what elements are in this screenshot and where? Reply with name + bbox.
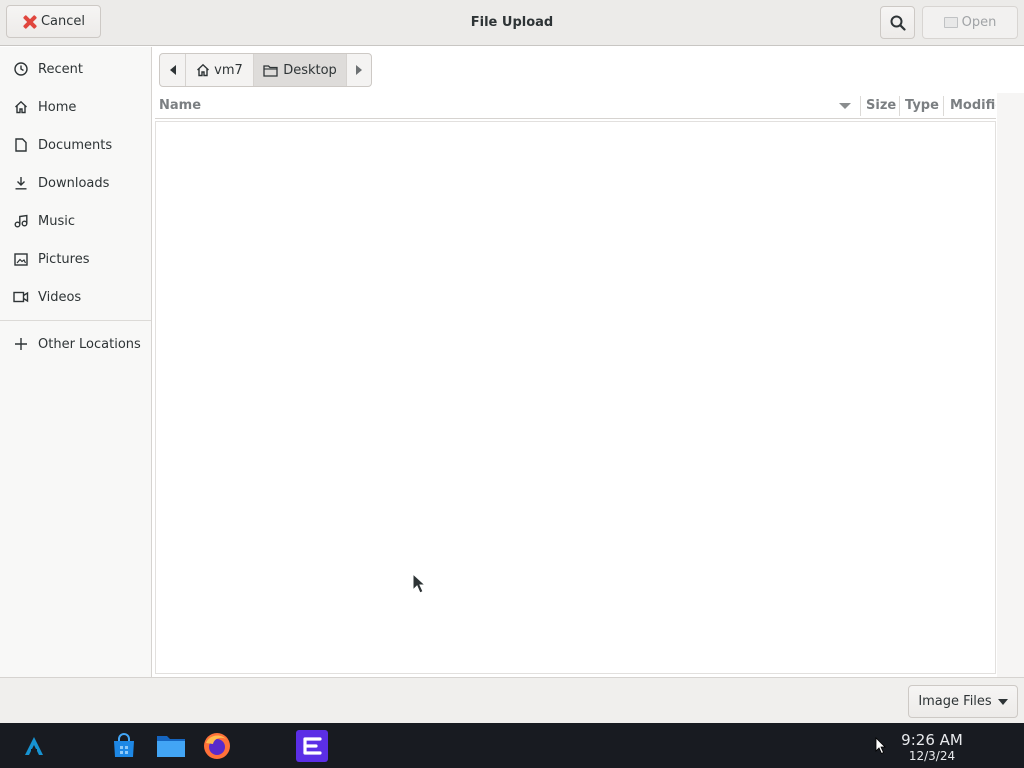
video-icon [13, 289, 29, 305]
path-segment-label: Desktop [283, 62, 337, 78]
column-size[interactable]: Size [866, 93, 896, 119]
clock-date[interactable]: 12/3/24 [880, 749, 984, 763]
column-divider [943, 96, 944, 116]
sidebar-item-label: Other Locations [38, 336, 141, 352]
sidebar-item-videos[interactable]: Videos [0, 278, 151, 316]
chevron-left-icon [169, 65, 176, 75]
firefox-icon[interactable] [202, 731, 232, 761]
sidebar-item-label: Home [38, 99, 77, 115]
close-icon [22, 14, 38, 30]
clock-icon [13, 61, 29, 77]
open-label: Open [961, 15, 997, 30]
search-button[interactable] [880, 6, 915, 39]
software-store-icon[interactable] [109, 731, 139, 761]
app-launcher-icon[interactable] [19, 731, 49, 761]
code-editor-icon[interactable] [296, 730, 328, 762]
sidebar-item-documents[interactable]: Documents [0, 126, 151, 164]
sidebar-item-label: Music [38, 213, 75, 229]
home-icon [197, 63, 210, 77]
column-divider [860, 96, 861, 116]
sidebar-item-label: Documents [38, 137, 113, 153]
sidebar-item-recent[interactable]: Recent [0, 50, 151, 88]
dialog-footer: Image Files [0, 677, 1024, 723]
music-icon [13, 213, 29, 229]
plus-icon [13, 336, 29, 352]
download-icon [13, 175, 29, 191]
chevron-down-icon [997, 698, 1008, 705]
mouse-pointer-icon [875, 737, 886, 755]
column-divider [899, 96, 900, 116]
column-type[interactable]: Type [905, 93, 939, 119]
file-list[interactable] [155, 121, 996, 674]
mouse-pointer-icon [412, 573, 426, 594]
chevron-right-icon [356, 65, 362, 75]
path-back-button[interactable] [160, 54, 186, 86]
document-icon [13, 137, 29, 153]
sidebar-item-music[interactable]: Music [0, 202, 151, 240]
cancel-button[interactable]: Cancel [6, 5, 101, 38]
path-segment-vm7[interactable]: vm7 [186, 54, 254, 86]
header-bar: Cancel File Upload Open [0, 0, 1024, 46]
taskbar [0, 723, 1024, 768]
column-name[interactable]: Name [159, 93, 201, 119]
dialog-title: File Upload [470, 15, 554, 30]
picture-icon [13, 251, 29, 267]
sidebar-item-downloads[interactable]: Downloads [0, 164, 151, 202]
home-icon [13, 99, 29, 115]
file-list-header: Name Size Type Modified [155, 93, 996, 119]
search-icon [890, 15, 906, 31]
sidebar-item-label: Videos [38, 289, 82, 305]
path-forward-button[interactable] [347, 54, 371, 86]
sidebar-item-label: Downloads [38, 175, 110, 191]
places-sidebar: Recent Home Documents Downloads Music Pi… [0, 47, 152, 677]
path-segment-desktop[interactable]: Desktop [254, 54, 347, 86]
sidebar-item-pictures[interactable]: Pictures [0, 240, 151, 278]
file-list-scroll-strip [997, 93, 1024, 677]
sidebar-item-label: Pictures [38, 251, 90, 267]
open-button[interactable]: Open [922, 6, 1018, 39]
path-segment-label: vm7 [214, 62, 243, 78]
file-type-filter-dropdown[interactable]: Image Files [908, 685, 1018, 718]
cancel-label: Cancel [40, 14, 86, 29]
folder-icon [263, 64, 278, 77]
sort-descending-icon [839, 103, 851, 109]
file-manager-icon[interactable] [156, 731, 186, 761]
sidebar-item-other-locations[interactable]: Other Locations [0, 325, 151, 363]
path-bar: vm7 Desktop [159, 53, 372, 87]
sidebar-item-label: Recent [38, 61, 83, 77]
filter-label: Image Files [918, 694, 992, 709]
column-modified[interactable]: Modified [950, 93, 996, 119]
clock-time[interactable]: 9:26 AM [880, 731, 984, 749]
sidebar-separator [0, 320, 151, 321]
sidebar-item-home[interactable]: Home [0, 88, 151, 126]
open-icon [943, 17, 958, 28]
